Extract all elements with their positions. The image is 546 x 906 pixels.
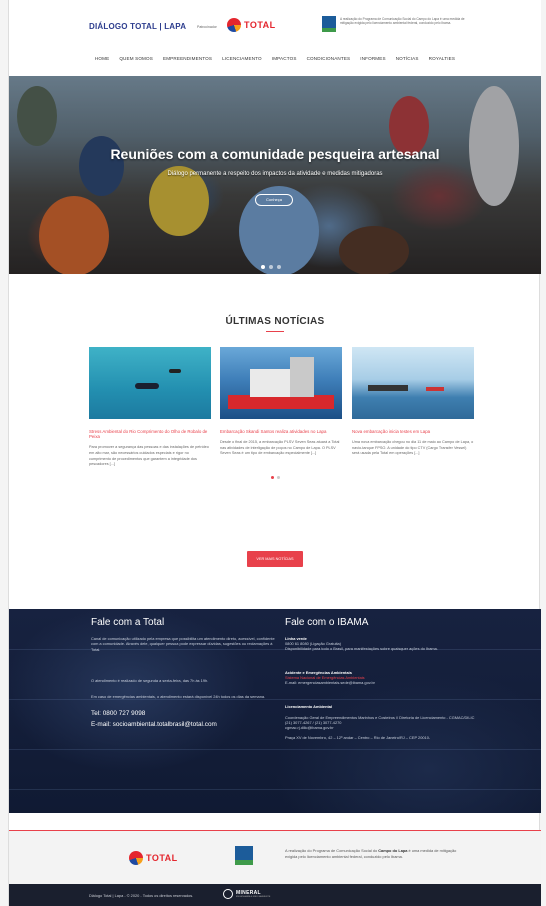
licenciamento-email[interactable]: cgmac.rj.dilic@ibama.gov.br [285, 725, 485, 730]
contact-section: Fale com a Total Canal de comunicação ut… [9, 609, 541, 813]
news-card-image[interactable] [220, 347, 342, 419]
total-logo-text: TOTAL [244, 20, 276, 30]
mineral-logo[interactable]: MINERAL ENGENHARIA E MEIO AMBIENTE [223, 889, 270, 899]
contact-ibama-heading: Fale com o IBAMA [285, 617, 369, 628]
news-card-excerpt: Uma nova embarcação chegou no dia 11 de … [352, 440, 474, 456]
sponsor-total-text: TOTAL [146, 853, 178, 863]
news-card-image[interactable] [89, 347, 211, 419]
contact-total-intro: Canal de comunicação utilizado pela empr… [91, 636, 275, 652]
nav-licenciamento[interactable]: LICENCIAMENTO [222, 56, 262, 61]
acidentes-email[interactable]: E-mail: emergenciasambientais.sede@ibama… [285, 680, 485, 685]
ibama-logo-icon [322, 16, 336, 34]
news-dot[interactable] [271, 476, 274, 479]
news-title-underline [266, 331, 284, 332]
ibama-logo-icon[interactable] [235, 846, 253, 868]
contact-total-email[interactable]: E-mail: socioambiental.totalbrasil@total… [91, 720, 281, 729]
news-card-excerpt: Para promover a segurança das pessoas e … [89, 445, 209, 467]
hero-slider[interactable]: Reuniões com a comunidade pesqueira arte… [9, 76, 541, 274]
news-card-title[interactable]: Embarcação Skandi Santos realiza ativida… [220, 429, 342, 434]
news-dot[interactable] [277, 476, 280, 479]
nav-informes[interactable]: INFORMES [360, 56, 385, 61]
ibama-note: A realização do Programa de Comunicação … [340, 17, 465, 26]
news-card-image[interactable] [352, 347, 474, 419]
hero-dot[interactable] [261, 265, 265, 269]
nav-royalties[interactable]: ROYALTIES [429, 56, 455, 61]
contact-total-hours: O atendimento é realizado de segunda a s… [91, 678, 209, 684]
linha-verde-desc: Disponibilidade para todo o Brasil, para… [285, 646, 438, 652]
sponsor-strip: TOTAL A realização do Programa de Comuni… [9, 830, 541, 884]
ibama-address: Praça XV de Novembro, 42 – 12º andar – C… [285, 734, 431, 740]
nav-noticias[interactable]: NOTÍCIAS [396, 56, 419, 61]
contact-ibama: Fale com o IBAMA Linha verde 0800 61 808… [285, 617, 485, 740]
nav-quem-somos[interactable]: QUEM SOMOS [119, 56, 153, 61]
news-card-excerpt: Desde o final de 2015, a embarcação PLSV… [220, 440, 340, 456]
hero-dot[interactable] [277, 265, 281, 269]
contact-total-emergency: Em caso de emergências ambientais, o ate… [91, 693, 266, 699]
contact-total-phone[interactable]: Tel: 0800 727 9098 [91, 709, 281, 718]
contact-total-heading: Fale com a Total [91, 617, 165, 628]
hero-dot[interactable] [269, 265, 273, 269]
nav-impactos[interactable]: IMPACTOS [272, 56, 297, 61]
news-card[interactable]: Stress Ambiental do Rio Comprimento do O… [89, 347, 211, 468]
copyright-text: Diálogo Total | Lapa - © 2020 - Todos os… [89, 893, 194, 898]
wave-decoration [9, 789, 541, 790]
sponsor-total-logo[interactable]: TOTAL [129, 851, 178, 865]
news-card-title[interactable]: Nova embarcação inicia testes em Lapa [352, 429, 474, 434]
nav-condicionantes[interactable]: CONDICIONANTES [307, 56, 351, 61]
news-card-title[interactable]: Stress Ambiental do Rio Comprimento do O… [89, 429, 211, 439]
news-pagination [271, 476, 280, 479]
hero-cta-button[interactable]: Conheça [255, 194, 293, 206]
site-header: DIÁLOGO TOTAL | LAPA Patrocinador TOTAL … [9, 0, 541, 76]
sponsor-note-pre: A realização do Programa de Comunicação … [285, 848, 379, 853]
news-card[interactable]: Nova embarcação inicia testes em Lapa Um… [352, 347, 474, 457]
news-card[interactable]: Embarcação Skandi Santos realiza ativida… [220, 347, 342, 457]
contact-total: Fale com a Total Canal de comunicação ut… [91, 617, 281, 729]
more-news-button[interactable]: VER MAIS NOTÍCIAS [247, 551, 303, 567]
nav-empreendimentos[interactable]: EMPREENDIMENTOS [163, 56, 212, 61]
wave-decoration [9, 749, 541, 750]
total-logo-icon [227, 18, 241, 32]
main-nav: HOME QUEM SOMOS EMPREENDIMENTOS LICENCIA… [9, 56, 541, 61]
sponsor-note: A realização do Programa de Comunicação … [285, 848, 465, 859]
mineral-logo-icon [223, 889, 233, 899]
mineral-logo-subtitle: ENGENHARIA E MEIO AMBIENTE [236, 896, 271, 898]
total-logo[interactable]: TOTAL [227, 18, 276, 32]
site-footer: Diálogo Total | Lapa - © 2020 - Todos os… [9, 884, 541, 906]
hero-pagination [261, 265, 281, 269]
nav-home[interactable]: HOME [95, 56, 109, 61]
total-logo-icon [129, 851, 143, 865]
hero-title: Reuniões com a comunidade pesqueira arte… [110, 146, 440, 162]
sponsor-note-bold: Campo do Lapa [378, 848, 408, 853]
sponsor-label: Patrocinador [197, 25, 217, 29]
site-title[interactable]: DIÁLOGO TOTAL | LAPA [89, 22, 186, 31]
hero-subtitle: Diálogo permanente a respeito dos impact… [167, 171, 383, 177]
page-frame: DIÁLOGO TOTAL | LAPA Patrocinador TOTAL … [8, 0, 541, 906]
news-section-title: ÚLTIMAS NOTÍCIAS [225, 316, 325, 327]
licenciamento-label: Licenciamento Ambiental [285, 703, 332, 709]
